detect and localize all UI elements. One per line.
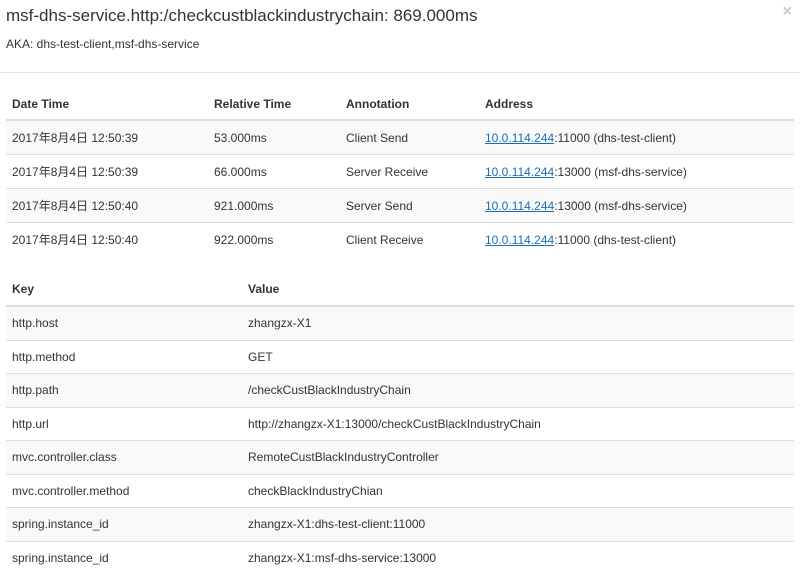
address-port-service: :13000 (msf-dhs-service) (554, 198, 687, 213)
relative-time-cell: 921.000ms (208, 188, 340, 223)
span-title: msf-dhs-service.http:/checkcustblackindu… (6, 6, 478, 25)
tag-key: mvc.controller.class (6, 440, 242, 474)
annotation-row: 2017年8月4日 12:50:39 66.000ms Server Recei… (6, 154, 794, 189)
tag-value: zhangzx-X1:msf-dhs-service:13000 (242, 540, 794, 574)
column-header-value: Value (242, 273, 794, 307)
tag-value: RemoteCustBlackIndustryController (242, 440, 794, 474)
tag-value: zhangzx-X1:dhs-test-client:11000 (242, 507, 794, 541)
date-time-cell: 2017年8月4日 12:50:40 (6, 222, 208, 256)
annotation-row: 2017年8月4日 12:50:40 921.000ms Server Send… (6, 188, 794, 223)
tag-row: http.host zhangzx-X1 (6, 305, 794, 340)
tag-row: spring.instance_id zhangzx-X1:msf-dhs-se… (6, 540, 794, 574)
tag-value: http://zhangzx-X1:13000/checkCustBlackIn… (242, 406, 794, 441)
annotation-cell: Server Receive (340, 154, 479, 189)
annotations-table: Date Time Relative Time Annotation Addre… (6, 88, 794, 256)
date-time-cell: 2017年8月4日 12:50:39 (6, 119, 208, 155)
address-port-service: :13000 (msf-dhs-service) (554, 164, 687, 179)
tag-value: checkBlackIndustryChian (242, 473, 794, 508)
tag-row: http.url http://zhangzx-X1:13000/checkCu… (6, 406, 794, 441)
tag-value: /checkCustBlackIndustryChain (242, 373, 794, 407)
tag-key: http.path (6, 373, 242, 407)
annotation-cell: Server Send (340, 188, 479, 223)
column-header-date-time: Date Time (6, 88, 208, 121)
column-header-key: Key (6, 273, 242, 307)
tag-row: mvc.controller.method checkBlackIndustry… (6, 473, 794, 508)
relative-time-cell: 53.000ms (208, 119, 340, 155)
tag-key: http.host (6, 305, 242, 340)
annotation-cell: Client Send (340, 119, 479, 155)
address-port-service: :11000 (dhs-test-client) (554, 232, 677, 247)
relative-time-cell: 922.000ms (208, 222, 340, 256)
date-time-cell: 2017年8月4日 12:50:40 (6, 188, 208, 223)
binary-annotations-table: Key Value http.host zhangzx-X1 http.meth… (6, 273, 794, 574)
address-port-service: :11000 (dhs-test-client) (554, 130, 677, 145)
tag-value: zhangzx-X1 (242, 305, 794, 340)
address-cell: 10.0.114.244:11000 (dhs-test-client) (479, 119, 794, 155)
annotation-row: 2017年8月4日 12:50:39 53.000ms Client Send … (6, 119, 794, 155)
tag-row: spring.instance_id zhangzx-X1:dhs-test-c… (6, 507, 794, 541)
annotation-row: 2017年8月4日 12:50:40 922.000ms Client Rece… (6, 222, 794, 256)
date-time-cell: 2017年8月4日 12:50:39 (6, 154, 208, 189)
tag-key: http.method (6, 339, 242, 374)
address-ip-link[interactable]: 10.0.114.244 (485, 131, 554, 145)
annotation-cell: Client Receive (340, 222, 479, 256)
tag-key: mvc.controller.method (6, 473, 242, 508)
close-icon[interactable]: × (783, 4, 792, 20)
address-ip-link[interactable]: 10.0.114.244 (485, 233, 554, 247)
tag-value: GET (242, 339, 794, 374)
tag-row: http.path /checkCustBlackIndustryChain (6, 373, 794, 407)
address-ip-link[interactable]: 10.0.114.244 (485, 199, 554, 213)
tag-row: http.method GET (6, 339, 794, 374)
binary-header-row: Key Value (6, 273, 794, 307)
column-header-relative-time: Relative Time (208, 88, 340, 121)
relative-time-cell: 66.000ms (208, 154, 340, 189)
tag-key: http.url (6, 406, 242, 441)
tag-key: spring.instance_id (6, 540, 242, 574)
column-header-annotation: Annotation (340, 88, 479, 121)
tag-key: spring.instance_id (6, 507, 242, 541)
address-cell: 10.0.114.244:11000 (dhs-test-client) (479, 222, 794, 256)
service-aka: AKA: dhs-test-client,msf-dhs-service (6, 37, 200, 51)
column-header-address: Address (479, 88, 794, 121)
address-cell: 10.0.114.244:13000 (msf-dhs-service) (479, 154, 794, 189)
address-ip-link[interactable]: 10.0.114.244 (485, 165, 554, 179)
address-cell: 10.0.114.244:13000 (msf-dhs-service) (479, 188, 794, 223)
tag-row: mvc.controller.class RemoteCustBlackIndu… (6, 440, 794, 474)
annotations-header-row: Date Time Relative Time Annotation Addre… (6, 88, 794, 121)
modal-header: msf-dhs-service.http:/checkcustblackindu… (0, 0, 800, 73)
